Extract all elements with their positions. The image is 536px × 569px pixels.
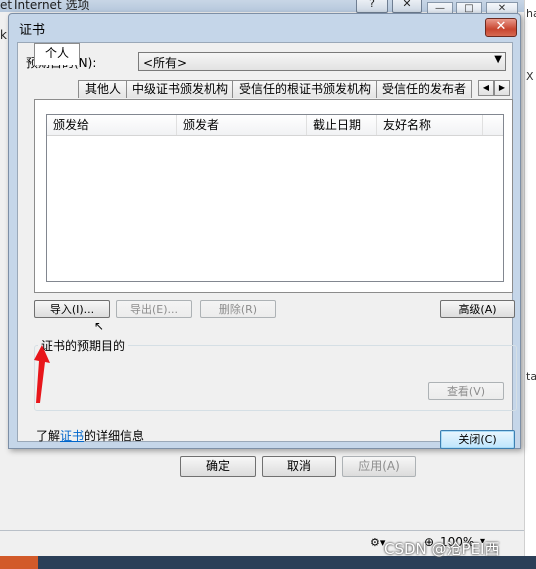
right-edge-text: ta bbox=[526, 370, 536, 383]
ok-button[interactable]: 确定 bbox=[180, 456, 256, 477]
certificates-dialog: 证书 ✕ 预期目的(N): <所有> ▼ 个人 其他人 中级证书颁发机构 受信任… bbox=[8, 13, 521, 449]
import-button[interactable]: 导入(I)... bbox=[34, 300, 110, 318]
remove-button[interactable]: 删除(R) bbox=[200, 300, 276, 318]
purpose-value: <所有> bbox=[143, 56, 188, 70]
export-button[interactable]: 导出(E)... bbox=[116, 300, 192, 318]
right-edge-text: X bbox=[526, 70, 534, 83]
purpose-dropdown[interactable]: <所有> ▼ bbox=[138, 52, 506, 71]
left-edge-text: et bbox=[0, 0, 13, 12]
info-prefix: 了解 bbox=[36, 429, 61, 443]
column-friendly-name[interactable]: 友好名称 bbox=[377, 115, 483, 135]
tab-other-people[interactable]: 其他人 bbox=[78, 80, 128, 98]
taskbar-app-icon[interactable] bbox=[0, 556, 38, 569]
right-strip bbox=[524, 0, 536, 556]
certificates-link[interactable]: 证书 bbox=[60, 429, 84, 443]
right-edge-text: ha bbox=[526, 7, 536, 20]
background-window-title: Internet 选项 bbox=[14, 0, 90, 12]
dialog-close-button[interactable]: ✕ bbox=[485, 18, 517, 37]
advanced-button[interactable]: 高级(A) bbox=[440, 300, 515, 318]
column-filler bbox=[483, 115, 503, 135]
tab-scroll-left-icon[interactable]: ◀ bbox=[478, 80, 494, 96]
column-expiration-date[interactable]: 截止日期 bbox=[307, 115, 377, 135]
tab-trusted-publishers[interactable]: 受信任的发布者 bbox=[376, 80, 472, 98]
close-button[interactable]: 关闭(C) bbox=[440, 430, 515, 449]
tab-scroll-right-icon[interactable]: ▶ bbox=[494, 80, 510, 96]
tab-personal[interactable]: 个人 bbox=[34, 43, 80, 65]
apply-button[interactable]: 应用(A) bbox=[342, 456, 416, 477]
dialog-client-area: 预期目的(N): <所有> ▼ 个人 其他人 中级证书颁发机构 受信任的根证书颁… bbox=[17, 42, 517, 449]
info-text: 了解证书的详细信息 bbox=[36, 427, 144, 444]
chevron-down-icon: ▼ bbox=[494, 54, 502, 65]
watermark: CSDN @沧PEI西 bbox=[384, 540, 500, 558]
cursor-icon: ↖ bbox=[94, 319, 105, 333]
intended-purposes-group bbox=[34, 345, 517, 411]
view-button[interactable]: 查看(V) bbox=[428, 382, 504, 400]
column-issued-to[interactable]: 颁发给 bbox=[47, 115, 177, 135]
dialog-title: 证书 bbox=[19, 23, 46, 38]
close-icon[interactable]: ✕ bbox=[392, 0, 422, 13]
certificate-list[interactable]: 颁发给 颁发者 截止日期 友好名称 bbox=[46, 114, 504, 282]
list-header: 颁发给 颁发者 截止日期 友好名称 bbox=[47, 115, 503, 136]
column-issued-by[interactable]: 颁发者 bbox=[177, 115, 307, 135]
info-suffix: 的详细信息 bbox=[84, 429, 145, 443]
annotation-arrow-icon bbox=[34, 345, 50, 403]
tab-panel: 颁发给 颁发者 截止日期 友好名称 bbox=[34, 99, 513, 293]
cancel-button[interactable]: 取消 bbox=[262, 456, 336, 477]
tab-trusted-root-ca[interactable]: 受信任的根证书颁发机构 bbox=[232, 80, 378, 98]
help-icon[interactable]: ? bbox=[356, 0, 388, 13]
left-edge-text: k bbox=[0, 28, 7, 42]
tab-intermediate-ca[interactable]: 中级证书颁发机构 bbox=[126, 80, 234, 98]
